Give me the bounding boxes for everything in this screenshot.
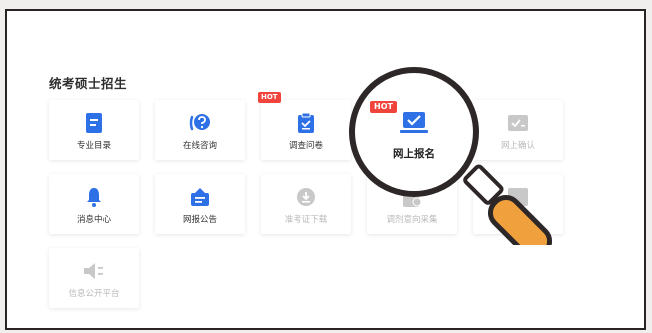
hot-badge: HOT: [258, 92, 281, 103]
laptop-check-icon: [400, 112, 428, 140]
card-label: 信息公开平台: [68, 289, 120, 299]
card-label: 专业目录: [76, 141, 111, 151]
card-major-catalog[interactable]: 专业目录: [49, 100, 139, 160]
id-check-icon: [507, 112, 529, 134]
magnified-hot-badge: HOT: [370, 101, 397, 113]
card-label: 消息中心: [76, 215, 111, 225]
card-label: 网上确认: [500, 141, 535, 151]
magnified-label: 网上报名: [393, 148, 435, 160]
card-admission-ticket[interactable]: 准考证下载: [261, 174, 351, 234]
card-label: 网报公告: [182, 215, 217, 225]
card-label: 调查问卷: [288, 141, 323, 151]
announcement-icon: [189, 186, 211, 208]
download-icon: [295, 186, 317, 208]
card-label: 准考证下载: [284, 215, 328, 225]
magnified-card-online-registration[interactable]: 网上报名: [356, 75, 472, 191]
bell-icon: [83, 186, 105, 208]
section-title: 统考硕士招生: [49, 76, 128, 91]
clipboard-check-icon: [295, 112, 317, 134]
card-label: 在线咨询: [182, 141, 217, 151]
document-list-icon: [83, 112, 105, 134]
card-label: 网上调剂: [500, 215, 535, 225]
transfer-icon: [507, 186, 529, 208]
card-online-adjustment[interactable]: 网上调剂: [473, 174, 563, 234]
chat-question-icon: [189, 112, 211, 134]
card-label: 调剂意向采集: [386, 215, 438, 225]
card-online-consult[interactable]: 在线咨询: [155, 100, 245, 160]
app-frame: 统考硕士招生 专业目录 在线咨询 HOT 调查问卷 网上报名 网上确认 消: [5, 9, 646, 330]
speaker-icon: [83, 260, 105, 282]
card-announcement[interactable]: 网报公告: [155, 174, 245, 234]
card-online-confirm[interactable]: 网上确认: [473, 100, 563, 160]
card-info-disclosure[interactable]: 信息公开平台: [49, 248, 139, 308]
card-message-center[interactable]: 消息中心: [49, 174, 139, 234]
card-survey[interactable]: HOT 调查问卷: [258, 92, 351, 160]
